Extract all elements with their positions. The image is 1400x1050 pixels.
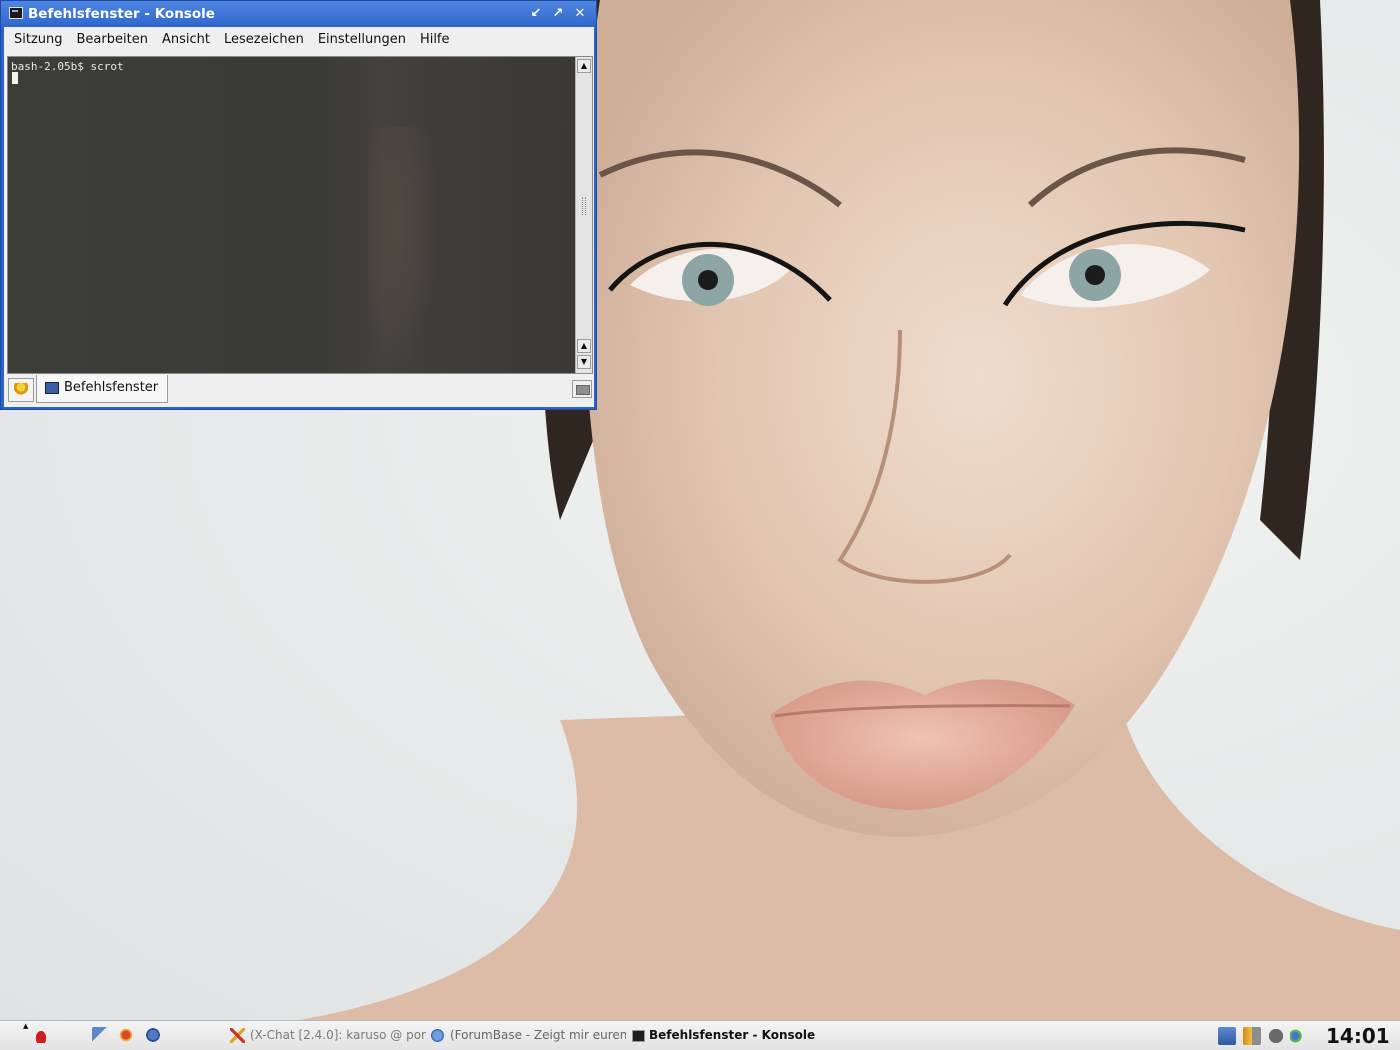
web-browser-icon[interactable] xyxy=(145,1027,161,1043)
scroll-up-top-button[interactable]: ▲ xyxy=(577,59,591,73)
window-titlebar[interactable]: Befehlsfenster - Konsole ↙ ↗ ✕ xyxy=(1,1,596,27)
bluetooth-icon[interactable] xyxy=(1267,1027,1285,1045)
window-client-area: Sitzung Bearbeiten Ansicht Lesezeichen E… xyxy=(4,27,594,407)
new-session-button[interactable] xyxy=(8,378,34,402)
scroll-grip-handle[interactable] xyxy=(582,197,586,215)
redhat-menu-icon[interactable] xyxy=(33,1027,49,1043)
tab-label: Befehlsfenster xyxy=(64,380,159,395)
terminal-icon xyxy=(45,382,59,394)
minimize-button[interactable]: ↙ xyxy=(527,5,545,23)
taskbar: ▲ (X-Chat [2.4.0]: karuso @ porte (Forum… xyxy=(0,1020,1400,1050)
task-forumbase[interactable]: (ForumBase - Zeigt mir euren xyxy=(430,1026,626,1046)
close-session-button[interactable] xyxy=(572,380,592,398)
maximize-button[interactable]: ↗ xyxy=(549,5,567,23)
window-title: Befehlsfenster - Konsole xyxy=(28,6,215,22)
scroll-down-button[interactable]: ▼ xyxy=(577,355,591,369)
scroll-up-button[interactable]: ▲ xyxy=(577,339,591,353)
terminal-cursor xyxy=(12,72,18,84)
menu-sitzung[interactable]: Sitzung xyxy=(7,29,70,51)
task-konsole[interactable]: Befehlsfenster - Konsole xyxy=(632,1026,822,1046)
konsole-icon xyxy=(632,1030,645,1042)
terminal-frame: bash-2.05b$ scrot ▲ ▲ ▼ xyxy=(7,56,593,374)
menu-bar: Sitzung Bearbeiten Ansicht Lesezeichen E… xyxy=(4,27,594,53)
task-label: Befehlsfenster - Konsole xyxy=(649,1028,816,1042)
close-button[interactable]: ✕ xyxy=(571,5,589,23)
konsole-app-icon[interactable] xyxy=(9,7,23,19)
xchat-icon xyxy=(230,1028,245,1043)
terminal-background-shade xyxy=(368,127,438,367)
vertical-scrollbar[interactable]: ▲ ▲ ▼ xyxy=(575,57,592,373)
menu-ansicht[interactable]: Ansicht xyxy=(155,29,217,51)
task-xchat[interactable]: (X-Chat [2.4.0]: karuso @ porte xyxy=(230,1026,426,1046)
new-session-icon xyxy=(14,383,28,397)
menu-bearbeiten[interactable]: Bearbeiten xyxy=(70,29,155,51)
konqueror-icon[interactable] xyxy=(118,1027,134,1043)
globe-icon xyxy=(430,1028,445,1043)
network-icon[interactable] xyxy=(1218,1027,1236,1045)
clock[interactable]: 14:01 xyxy=(1326,1024,1390,1048)
tab-befehlsfenster[interactable]: Befehlsfenster xyxy=(36,375,168,403)
menu-einstellungen[interactable]: Einstellungen xyxy=(311,29,413,51)
panel-arrow-icon[interactable]: ▲ xyxy=(23,1022,28,1030)
clipboard-icon[interactable] xyxy=(1243,1027,1261,1045)
menu-hilfe[interactable]: Hilfe xyxy=(413,29,457,51)
terminal-line: bash-2.05b$ scrot xyxy=(11,60,124,73)
task-label: (X-Chat [2.4.0]: karuso @ porte xyxy=(250,1028,426,1042)
wireless-icon[interactable] xyxy=(1290,1027,1308,1045)
home-folder-icon[interactable] xyxy=(92,1027,108,1043)
konsole-window[interactable]: Befehlsfenster - Konsole ↙ ↗ ✕ Sitzung B… xyxy=(0,0,597,410)
menu-lesezeichen[interactable]: Lesezeichen xyxy=(217,29,311,51)
terminal-output[interactable]: bash-2.05b$ scrot xyxy=(8,57,575,373)
session-tab-bar: Befehlsfenster xyxy=(4,375,594,407)
task-label: (ForumBase - Zeigt mir euren xyxy=(450,1028,626,1042)
